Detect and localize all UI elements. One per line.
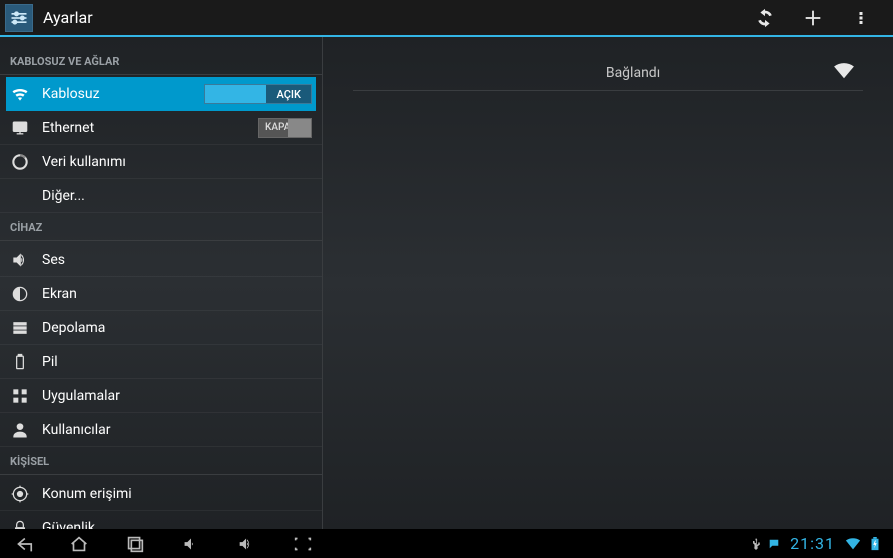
sidebar-item-label: Konum erişimi: [42, 486, 312, 502]
section-header-personal: KİŞİSEL: [0, 447, 322, 474]
battery-icon: [10, 352, 30, 372]
sidebar-item-security[interactable]: Güvenlik: [0, 511, 322, 529]
detail-pane: Bağlandı: [323, 37, 893, 529]
battery-status-icon: [867, 537, 883, 551]
sidebar-item-label: Pil: [42, 354, 312, 370]
sidebar-item-label: Güvenlik: [42, 520, 312, 529]
sidebar-item-label: Veri kullanımı: [42, 154, 312, 170]
overflow-icon: [852, 8, 870, 28]
sidebar-item-label: Depolama: [42, 320, 312, 336]
sidebar-item-sound[interactable]: Ses: [0, 243, 322, 277]
usb-icon: [750, 538, 762, 550]
section-header-wireless: KABLOSUZ VE AĞLAR: [0, 47, 322, 74]
add-button[interactable]: [789, 0, 837, 36]
screenshot-button[interactable]: [290, 533, 316, 555]
apps-icon: [10, 386, 30, 406]
sidebar-item-label: Kullanıcılar: [42, 422, 312, 438]
sidebar-item-display[interactable]: Ekran: [0, 277, 322, 311]
sidebar-item-battery[interactable]: Pil: [0, 345, 322, 379]
sidebar-item-apps[interactable]: Uygulamalar: [0, 379, 322, 413]
sidebar-item-label: Kablosuz: [42, 86, 204, 102]
display-icon: [10, 284, 30, 304]
sidebar-item-label: Ethernet: [42, 120, 258, 136]
system-nav-bar: 21:31: [0, 529, 893, 558]
back-button[interactable]: [10, 533, 36, 555]
wifi-status-label: Bağlandı: [353, 65, 833, 81]
page-title: Ayarlar: [43, 8, 741, 27]
lock-icon: [10, 518, 30, 529]
sidebar-item-location[interactable]: Konum erişimi: [0, 477, 322, 511]
status-clock: 21:31: [790, 534, 835, 553]
app-icon: [5, 4, 33, 32]
sidebar-item-data-usage[interactable]: Veri kullanımı: [0, 145, 322, 179]
wifi-signal-icon: [833, 62, 855, 84]
section-header-device: CİHAZ: [0, 213, 322, 240]
sidebar-item-label: Uygulamalar: [42, 388, 312, 404]
recent-apps-button[interactable]: [122, 533, 148, 555]
wifi-toggle[interactable]: AÇIK: [204, 84, 312, 104]
wifi-status-icon: [845, 537, 861, 551]
home-button[interactable]: [66, 533, 92, 555]
sidebar-item-label: Ekran: [42, 286, 312, 302]
users-icon: [10, 420, 30, 440]
overflow-button[interactable]: [837, 0, 885, 36]
sidebar-item-users[interactable]: Kullanıcılar: [0, 413, 322, 447]
sidebar-item-label: Ses: [42, 252, 312, 268]
chat-icon: [768, 538, 780, 550]
volume-down-button[interactable]: [178, 533, 204, 555]
ethernet-toggle[interactable]: KAPALI: [258, 118, 312, 138]
volume-up-button[interactable]: [234, 533, 260, 555]
sidebar-item-ethernet[interactable]: Ethernet KAPALI: [0, 111, 322, 145]
sidebar-item-more[interactable]: Diğer...: [0, 179, 322, 213]
storage-icon: [10, 318, 30, 338]
wifi-network-row[interactable]: Bağlandı: [353, 55, 863, 91]
refresh-button[interactable]: [741, 0, 789, 36]
sound-icon: [10, 250, 30, 270]
sidebar-item-label: Diğer...: [42, 188, 312, 204]
wifi-icon: [10, 84, 30, 104]
refresh-icon: [754, 7, 776, 29]
plus-icon: [802, 7, 824, 29]
settings-sidebar[interactable]: KABLOSUZ VE AĞLAR Kablosuz AÇIK Ethernet…: [0, 37, 323, 529]
location-icon: [10, 484, 30, 504]
data-usage-icon: [10, 152, 30, 172]
ethernet-icon: [10, 118, 30, 138]
sidebar-item-wifi[interactable]: Kablosuz AÇIK: [6, 77, 316, 111]
sidebar-item-storage[interactable]: Depolama: [0, 311, 322, 345]
